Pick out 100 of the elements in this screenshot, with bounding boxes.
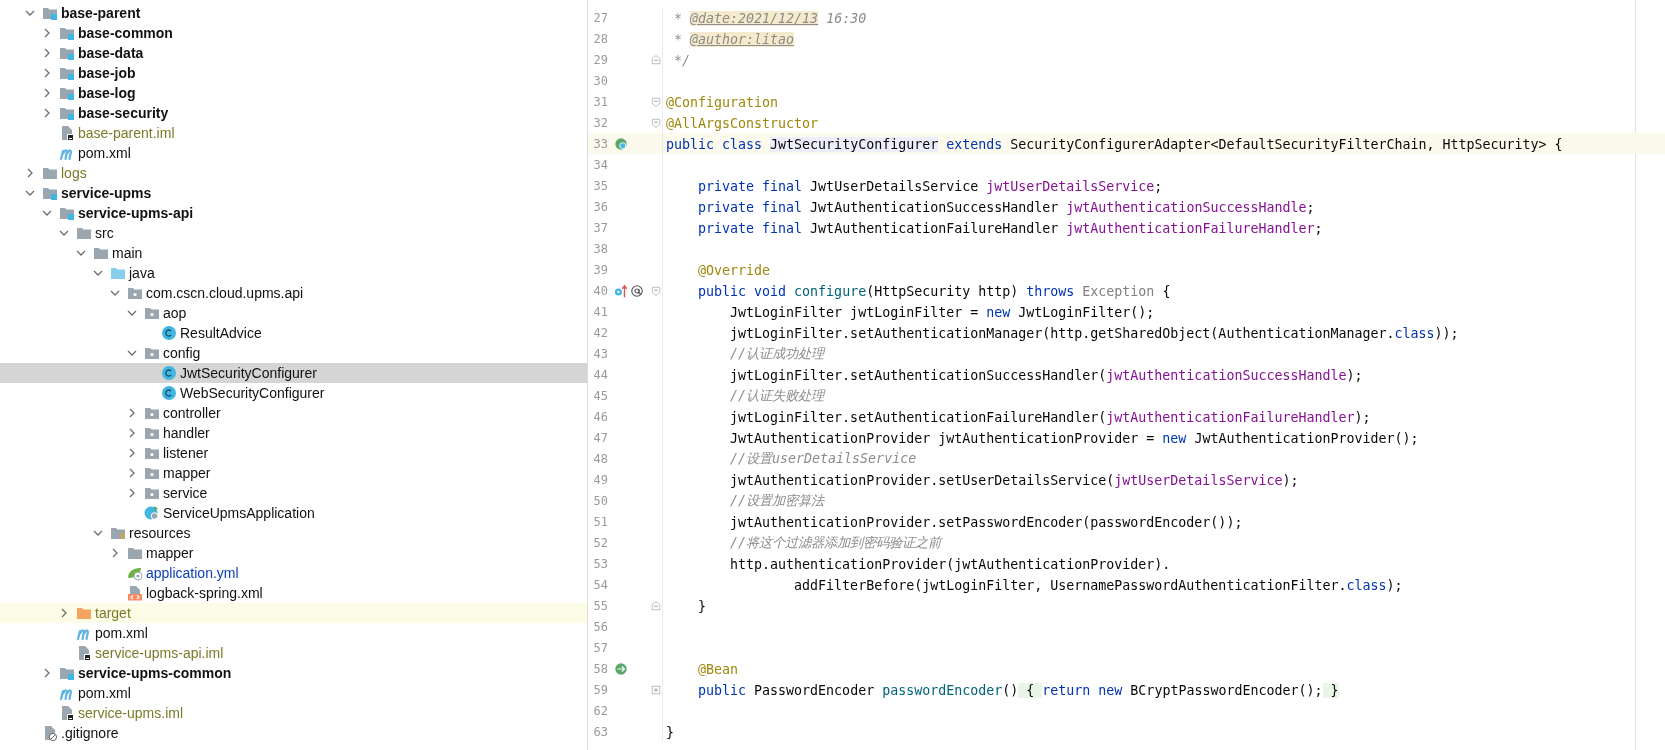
tree-item[interactable]: main bbox=[0, 243, 587, 263]
tree-item[interactable]: java bbox=[0, 263, 587, 283]
code-line: addFilterBefore(jwtLoginFilter, UsernamePasswordAuthenticationFilter.class); bbox=[793, 577, 1403, 593]
tree-item[interactable]: mapper bbox=[0, 543, 587, 563]
tree-item[interactable]: config bbox=[0, 343, 587, 363]
tree-item[interactable]: service-upms-common bbox=[0, 663, 587, 683]
tree-item[interactable]: logback-spring.xml bbox=[0, 583, 587, 603]
code-line: public void configure(HttpSecurity http) throws Exception { bbox=[697, 283, 1171, 299]
fold-marker-icon[interactable] bbox=[650, 116, 662, 129]
module-folder-icon bbox=[42, 5, 58, 21]
folder-icon bbox=[127, 545, 143, 561]
tree-item[interactable]: base-log bbox=[0, 83, 587, 103]
class-run-icon bbox=[144, 505, 160, 521]
code-line: @AllArgsConstructor bbox=[666, 115, 819, 131]
tree-item[interactable]: base-parent.iml bbox=[0, 123, 587, 143]
code-line: private final JwtAuthenticationFailureHandler jwtAuthenticationFailureHandler; bbox=[697, 220, 1323, 236]
module-folder-icon bbox=[59, 45, 75, 61]
folder-icon bbox=[110, 265, 126, 281]
tree-item[interactable]: resources bbox=[0, 523, 587, 543]
line-number: 29 bbox=[592, 52, 608, 67]
tree-item[interactable]: WebSecurityConfigurer bbox=[0, 383, 587, 403]
line-number: 58 bbox=[592, 661, 608, 676]
module-folder-icon bbox=[59, 65, 75, 81]
line-number: 36 bbox=[592, 199, 608, 214]
line-number: 49 bbox=[592, 472, 608, 487]
line-number: 35 bbox=[592, 178, 608, 193]
code-line: @Configuration bbox=[666, 94, 779, 110]
line-number: 52 bbox=[592, 535, 608, 550]
xml-file-icon bbox=[127, 585, 143, 601]
package-icon bbox=[144, 485, 160, 501]
line-number: 44 bbox=[592, 367, 608, 382]
code-line: */ bbox=[673, 52, 691, 68]
tree-item[interactable]: service-upms-api bbox=[0, 203, 587, 223]
tree-item[interactable]: JwtSecurityConfigurer bbox=[0, 363, 587, 383]
code-line: @Override bbox=[697, 262, 771, 278]
module-folder-icon bbox=[42, 185, 58, 201]
fold-marker-icon[interactable] bbox=[650, 284, 662, 297]
fold-marker-icon[interactable] bbox=[650, 53, 662, 66]
code-line: @Bean bbox=[697, 661, 739, 677]
tree-item[interactable]: service bbox=[0, 483, 587, 503]
tree-item[interactable]: ResultAdvice bbox=[0, 323, 587, 343]
tree-item[interactable]: .gitignore bbox=[0, 723, 587, 743]
folder-icon bbox=[93, 245, 109, 261]
tree-item[interactable]: ServiceUpmsApplication bbox=[0, 503, 587, 523]
fold-marker-icon[interactable] bbox=[650, 599, 662, 612]
line-number: 55 bbox=[592, 598, 608, 613]
tree-item[interactable]: pom.xml bbox=[0, 623, 587, 643]
at-sign-icon[interactable] bbox=[630, 283, 644, 298]
tree-item[interactable]: pom.xml bbox=[0, 683, 587, 703]
tree-item[interactable]: controller bbox=[0, 403, 587, 423]
code-line: private final JwtUserDetailsService jwtUserDetailsService; bbox=[697, 178, 1163, 194]
code-line: http.authenticationProvider(jwtAuthenticationProvider). bbox=[729, 556, 1171, 572]
tree-item[interactable]: listener bbox=[0, 443, 587, 463]
package-icon bbox=[144, 305, 160, 321]
tree-item[interactable]: target bbox=[0, 603, 587, 623]
line-number: 62 bbox=[592, 703, 608, 718]
tree-item[interactable]: handler bbox=[0, 423, 587, 443]
class-icon bbox=[161, 325, 177, 341]
package-icon bbox=[144, 345, 160, 361]
tree-item[interactable]: base-parent bbox=[0, 3, 587, 23]
code-line: } bbox=[697, 598, 707, 614]
package-icon bbox=[144, 425, 160, 441]
tree-item[interactable]: application.yml bbox=[0, 563, 587, 583]
tree-item[interactable]: mapper bbox=[0, 463, 587, 483]
tree-item[interactable]: service-upms-api.iml bbox=[0, 643, 587, 663]
code-line: //设置userDetailsService bbox=[729, 451, 917, 466]
tree-item[interactable]: base-job bbox=[0, 63, 587, 83]
tree-item[interactable]: src bbox=[0, 223, 587, 243]
code-line: } bbox=[666, 724, 674, 740]
package-icon bbox=[144, 405, 160, 421]
tree-item[interactable]: pom.xml bbox=[0, 143, 587, 163]
tree-item[interactable]: base-common bbox=[0, 23, 587, 43]
file-icon bbox=[59, 125, 75, 141]
line-number: 53 bbox=[592, 556, 608, 571]
line-number: 54 bbox=[592, 577, 608, 592]
fold-marker-icon[interactable] bbox=[650, 683, 662, 696]
code-line: * @author:litao bbox=[673, 31, 795, 47]
tree-item[interactable]: base-data bbox=[0, 43, 587, 63]
bean-icon[interactable] bbox=[614, 661, 628, 676]
line-number: 42 bbox=[592, 325, 608, 340]
tree-item[interactable]: com.cscn.cloud.upms.api bbox=[0, 283, 587, 303]
tree-item[interactable]: logs bbox=[0, 163, 587, 183]
tree-item[interactable]: service-upms.iml bbox=[0, 703, 587, 723]
line-number: 33 bbox=[592, 136, 608, 151]
line-number: 63 bbox=[592, 724, 608, 739]
code-line: //将这个过滤器添加到密码验证之前 bbox=[729, 535, 942, 550]
tree-item[interactable]: service-upms bbox=[0, 183, 587, 203]
fold-marker-icon[interactable] bbox=[650, 95, 662, 108]
tree-item[interactable]: aop bbox=[0, 303, 587, 323]
line-number: 28 bbox=[592, 31, 608, 46]
code-line: private final JwtAuthenticationSuccessHandler jwtAuthenticationSuccessHandle; bbox=[697, 199, 1315, 215]
code-line: jwtLoginFilter.setAuthenticationFailureHandler(jwtAuthenticationFailureHandler); bbox=[729, 409, 1371, 425]
code-line: * @date:2021/12/13 16:30 bbox=[673, 10, 867, 26]
line-number: 50 bbox=[592, 493, 608, 508]
code-line: jwtAuthenticationProvider.setUserDetailsService(jwtUserDetailsService); bbox=[729, 472, 1299, 488]
line-number: 51 bbox=[592, 514, 608, 529]
line-number: 31 bbox=[592, 94, 608, 109]
tree-item[interactable]: base-security bbox=[0, 103, 587, 123]
override-icon[interactable] bbox=[614, 283, 628, 298]
implemented-icon[interactable] bbox=[614, 136, 628, 151]
